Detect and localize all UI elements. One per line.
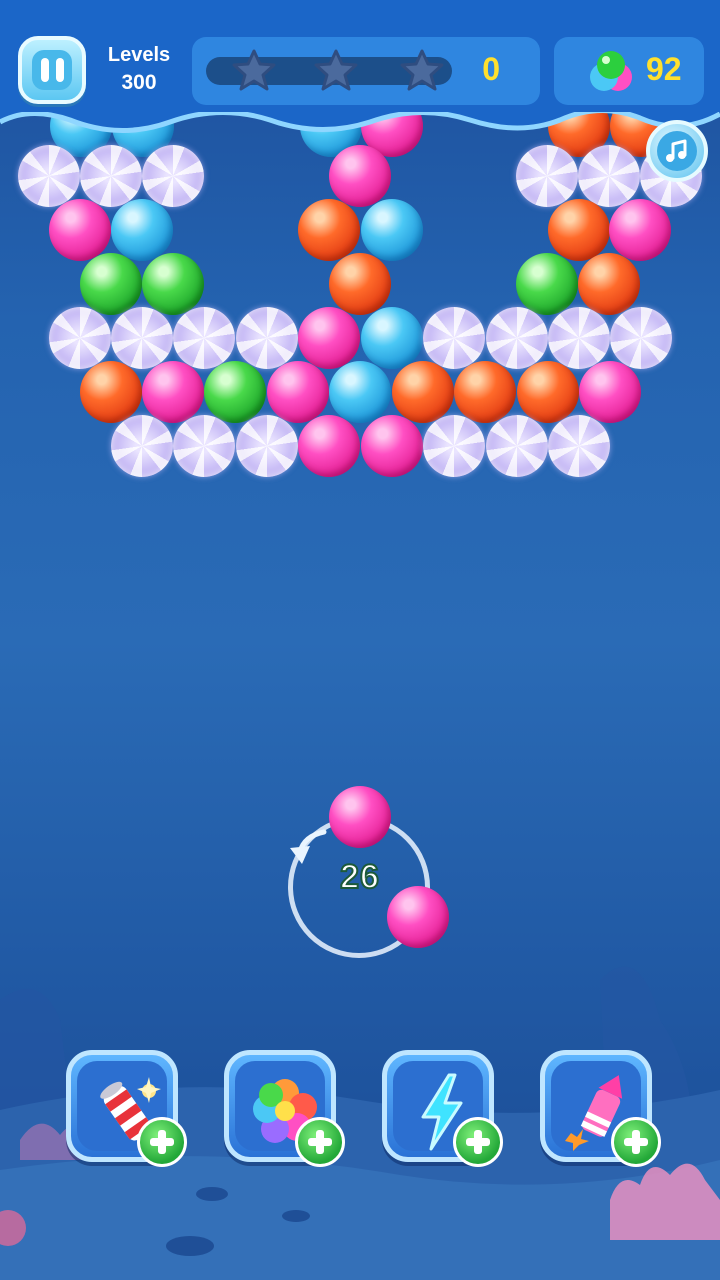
- music-toggle-button[interactable]: [646, 120, 708, 182]
- add-lightning-icon[interactable]: [453, 1117, 503, 1167]
- pause-icon: [32, 50, 72, 90]
- top-hud: Levels 300 0 92: [0, 0, 720, 140]
- add-color-bubble-icon[interactable]: [295, 1117, 345, 1167]
- pink-bubble: [298, 415, 360, 477]
- green-bubble: [516, 253, 578, 315]
- pink-bubble: [298, 307, 360, 369]
- pink-bubble: [49, 199, 111, 261]
- moves-counter: 26: [339, 857, 380, 897]
- level-indicator: Levels 300: [96, 44, 182, 95]
- rocket-booster-button[interactable]: [540, 1050, 661, 1167]
- pink-bubble: [579, 361, 641, 423]
- pink-bubble: [609, 199, 671, 261]
- blue-bubble: [361, 307, 423, 369]
- red-bubble: [517, 361, 579, 423]
- red-bubble: [329, 253, 391, 315]
- swirl-bubble: [236, 307, 298, 369]
- level-number: 300: [121, 71, 157, 94]
- firecracker-booster-button[interactable]: [66, 1050, 187, 1167]
- red-bubble: [80, 361, 142, 423]
- pause-button[interactable]: [18, 36, 86, 104]
- green-bubble: [204, 361, 266, 423]
- green-bubble: [80, 253, 142, 315]
- star-2-icon: [314, 49, 358, 91]
- pink-bubble: [142, 361, 204, 423]
- red-bubble: [548, 199, 610, 261]
- blue-bubble: [111, 199, 173, 261]
- swirl-bubble: [423, 307, 485, 369]
- red-bubble: [392, 361, 454, 423]
- star-3-icon: [400, 49, 444, 91]
- score-value: 0: [482, 51, 500, 87]
- swirl-bubble: [173, 307, 235, 369]
- swirl-bubble: [486, 307, 548, 369]
- add-firecracker-icon[interactable]: [137, 1117, 187, 1167]
- gem-bubbles-icon: [590, 51, 632, 91]
- game-scene[interactable]: Levels 300 0 92 26: [0, 0, 720, 1280]
- swirl-bubble: [610, 307, 672, 369]
- blue-bubble: [329, 361, 391, 423]
- level-label: Levels: [107, 44, 171, 66]
- next-bubble[interactable]: [387, 886, 449, 948]
- green-bubble: [142, 253, 204, 315]
- add-rocket-icon[interactable]: [611, 1117, 661, 1167]
- swirl-bubble: [236, 415, 298, 477]
- color-bubble-booster-button[interactable]: [224, 1050, 345, 1167]
- gem-count: 92: [646, 51, 682, 87]
- swirl-bubble: [548, 307, 610, 369]
- star-1-icon: [232, 49, 276, 91]
- swirl-bubble: [49, 307, 111, 369]
- lightning-booster-button[interactable]: [382, 1050, 503, 1167]
- swirl-bubble: [548, 415, 610, 477]
- swirl-bubble: [111, 307, 173, 369]
- swirl-bubble: [486, 415, 548, 477]
- blue-bubble: [361, 199, 423, 261]
- red-bubble: [454, 361, 516, 423]
- red-bubble: [578, 253, 640, 315]
- swirl-bubble: [111, 415, 173, 477]
- current-bubble[interactable]: [329, 786, 391, 848]
- red-bubble: [298, 199, 360, 261]
- score-panel: 0: [192, 37, 540, 105]
- pink-bubble: [361, 415, 423, 477]
- gem-panel[interactable]: 92: [554, 37, 704, 105]
- music-note-icon: [657, 131, 697, 171]
- pink-bubble: [267, 361, 329, 423]
- swirl-bubble: [173, 415, 235, 477]
- swirl-bubble: [423, 415, 485, 477]
